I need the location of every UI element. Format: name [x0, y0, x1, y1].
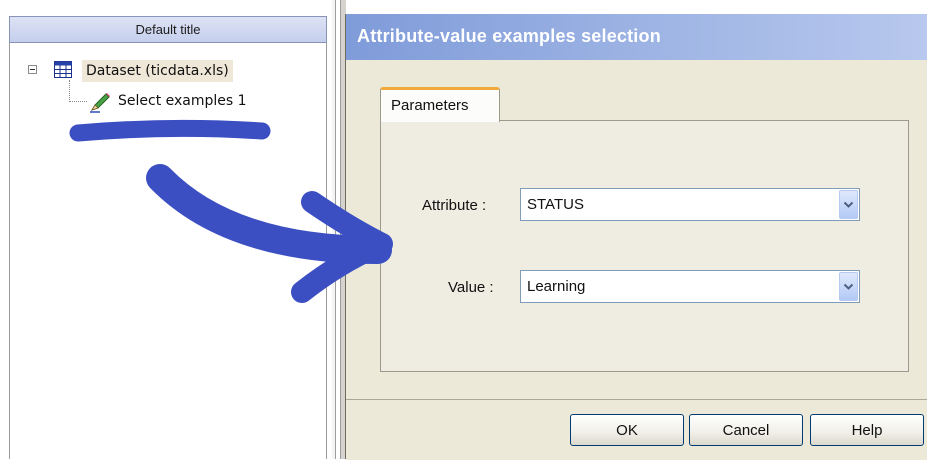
ok-button[interactable]: OK: [570, 414, 684, 446]
tree-connector: [69, 101, 87, 102]
attribute-select[interactable]: STATUS: [520, 188, 860, 221]
attribute-select-value: STATUS: [527, 196, 584, 213]
tab-parameters-label: Parameters: [391, 97, 469, 114]
value-label: Value :: [448, 279, 494, 296]
dialog-title-bar[interactable]: Attribute-value examples selection: [346, 14, 927, 60]
value-select[interactable]: Learning: [520, 270, 860, 303]
tree-frame: [9, 16, 327, 459]
dialog-title: Attribute-value examples selection: [357, 26, 661, 46]
dialog-button-bar: OK Cancel Help: [346, 399, 927, 460]
tab-parameters[interactable]: Parameters: [380, 87, 500, 122]
tree-header[interactable]: Default title: [9, 16, 327, 43]
pencil-icon: [90, 93, 110, 113]
attribute-label: Attribute :: [422, 197, 487, 214]
tree-header-label: Default title: [135, 22, 201, 37]
parameters-panel: Attribute : STATUS Value : Learning: [380, 120, 909, 372]
chevron-down-icon[interactable]: [839, 272, 858, 301]
tree-panel: Default title Dataset (ticdata.xls) Sele…: [0, 0, 335, 459]
collapse-minus-icon[interactable]: [28, 65, 37, 74]
tree-node-select-examples[interactable]: Select examples 1: [118, 90, 247, 112]
cancel-button[interactable]: Cancel: [689, 414, 803, 446]
tree-node-dataset[interactable]: Dataset (ticdata.xls): [82, 60, 233, 82]
table-grid-icon: [54, 61, 72, 78]
panel-splitter[interactable]: [332, 0, 346, 459]
help-button[interactable]: Help: [810, 414, 924, 446]
dialog-window: Attribute-value examples selection Param…: [345, 14, 927, 460]
value-select-value: Learning: [527, 278, 586, 295]
chevron-down-icon[interactable]: [839, 190, 858, 219]
tree-connector: [69, 80, 70, 102]
